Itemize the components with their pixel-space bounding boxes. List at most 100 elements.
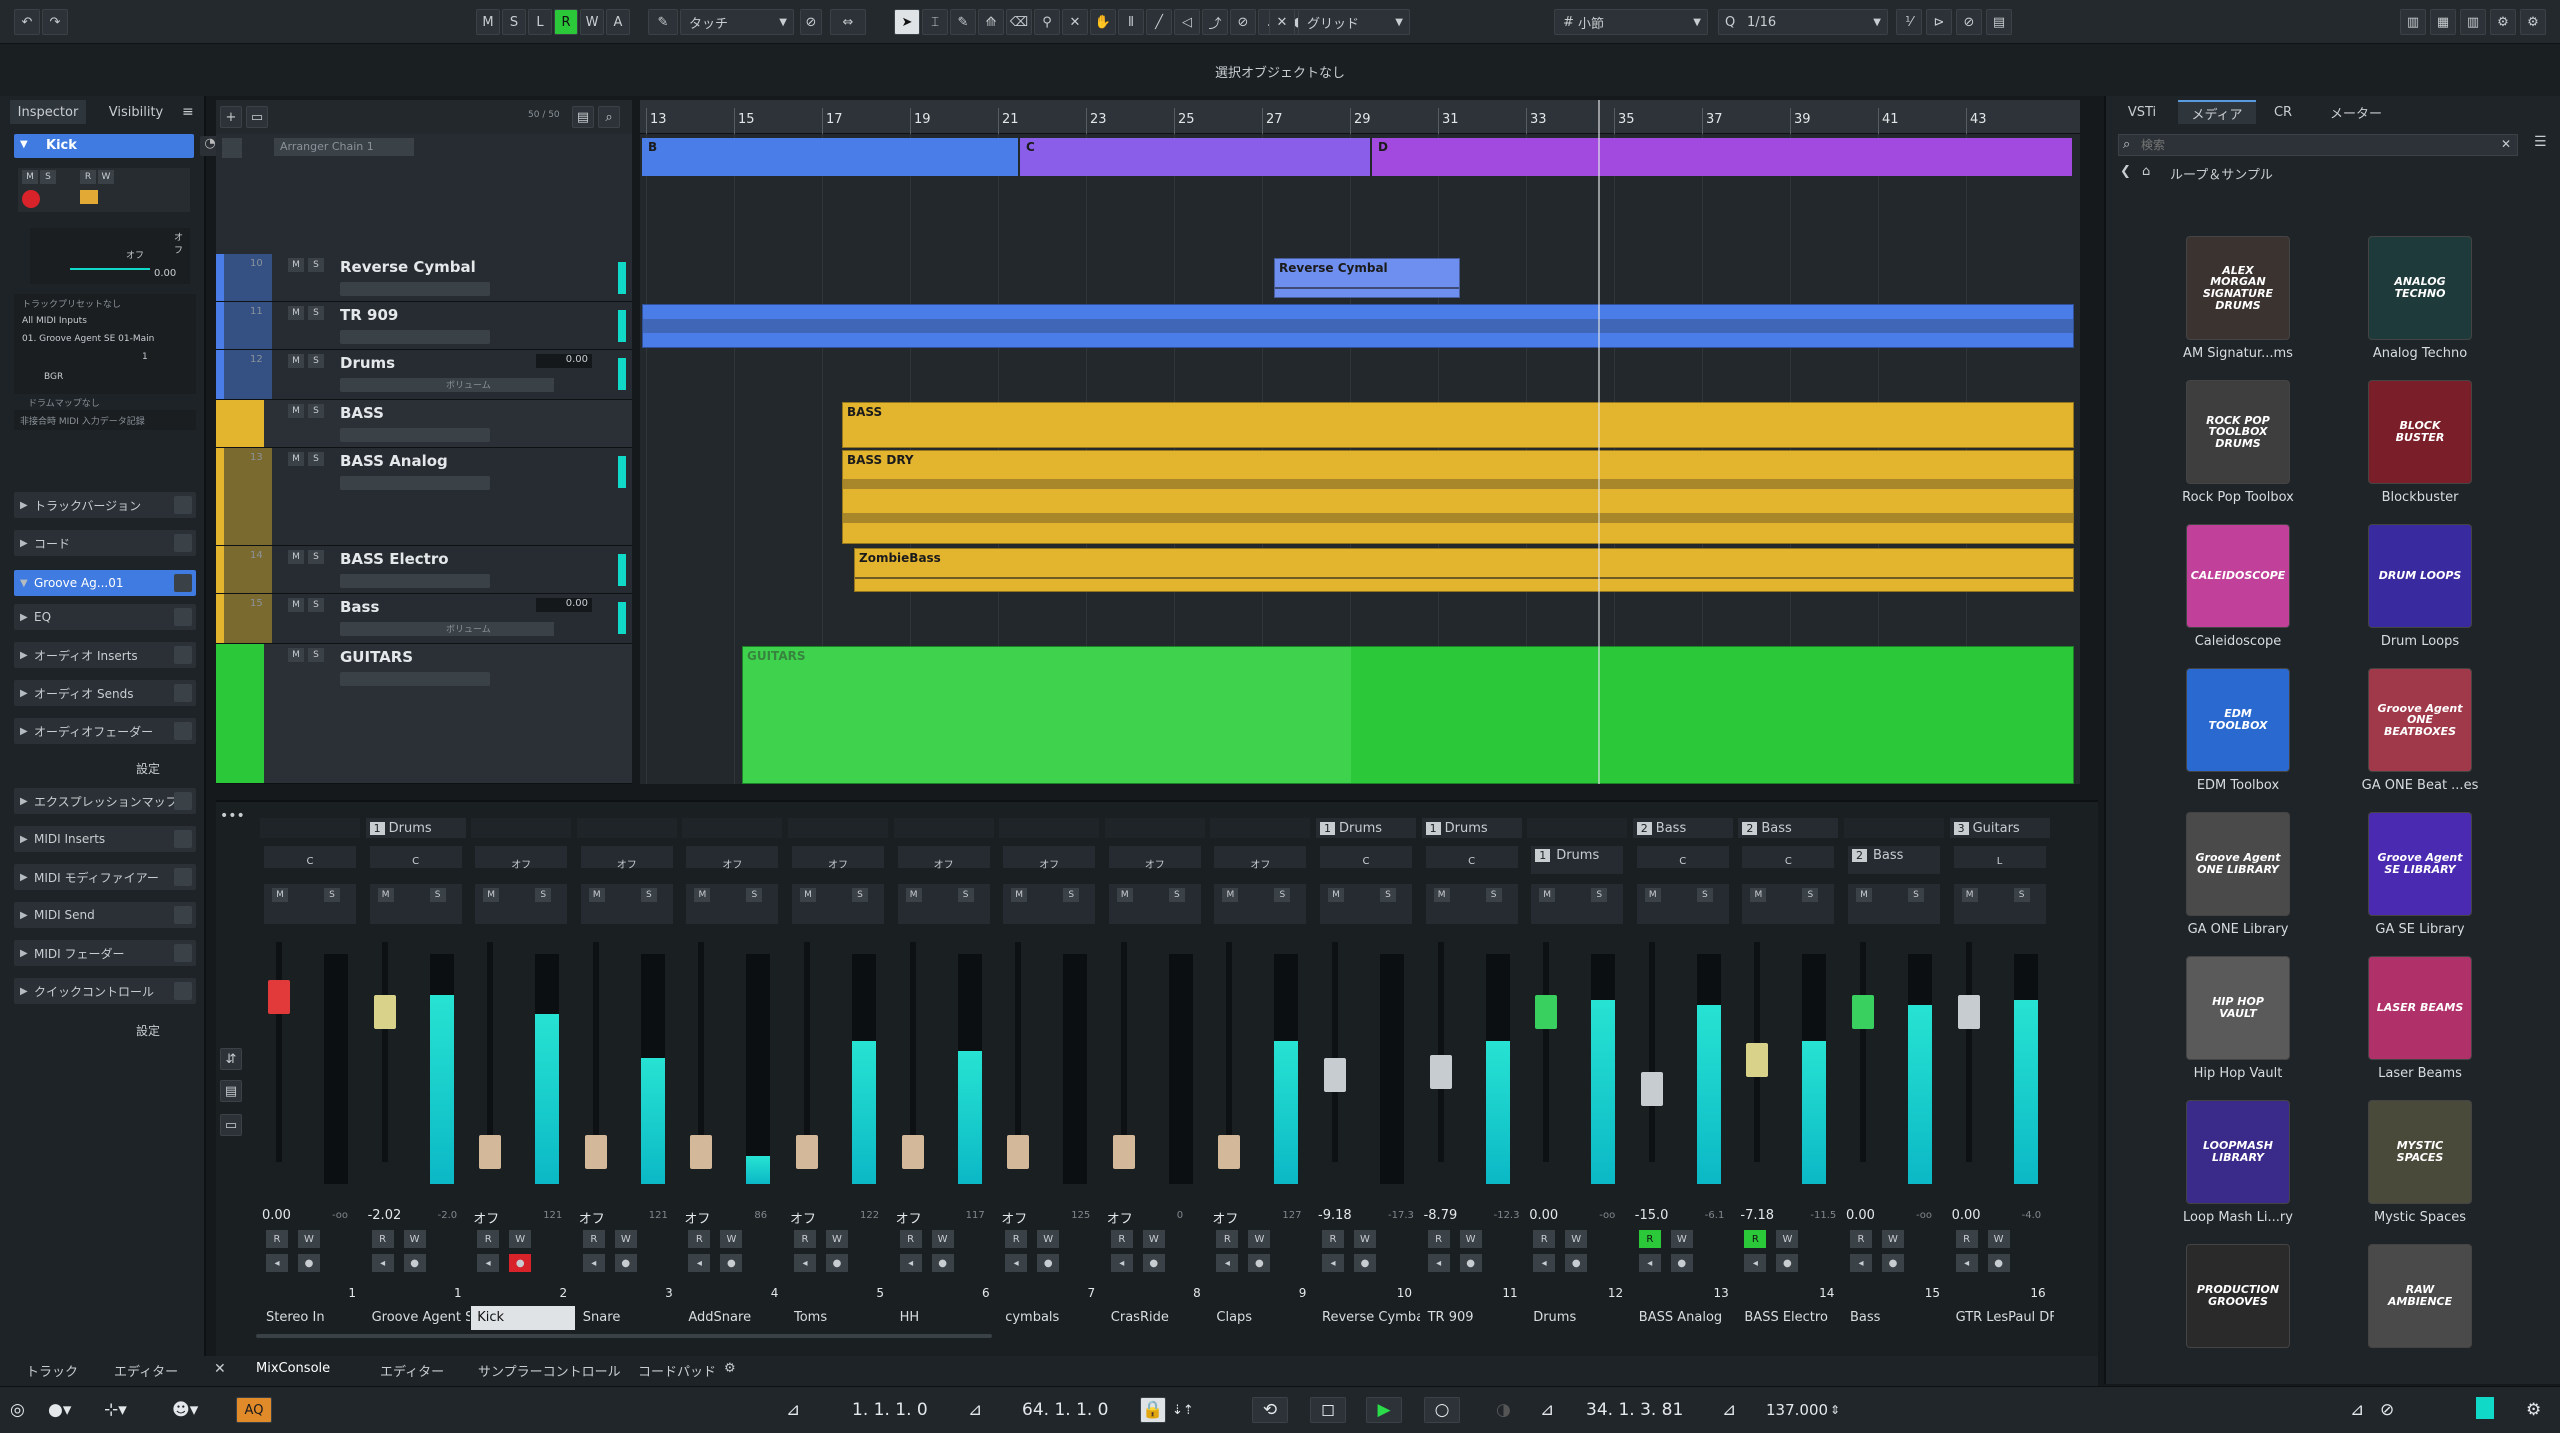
track-row[interactable]: 11 M S TR 909 bbox=[216, 302, 632, 350]
lock-icon[interactable]: 🔒 bbox=[1140, 1397, 1166, 1423]
loop-library-thumbnail[interactable]: PRODUCTION GROOVES bbox=[2186, 1244, 2290, 1348]
track-row[interactable]: 13 M S BASS Analog bbox=[216, 448, 632, 546]
channel-name[interactable]: Toms bbox=[788, 1306, 892, 1330]
monitor-button[interactable]: ◂ bbox=[1005, 1254, 1028, 1272]
erase-tool-icon[interactable]: ⌫ bbox=[1006, 9, 1032, 35]
peak-value[interactable]: 117 bbox=[966, 1210, 985, 1221]
monitor-button[interactable]: ◂ bbox=[1744, 1254, 1767, 1272]
tab-visibility[interactable]: Visibility bbox=[96, 100, 176, 124]
channel-name[interactable]: BASS Electro bbox=[1738, 1306, 1842, 1330]
record-enable-button[interactable]: ● bbox=[1670, 1254, 1693, 1272]
read-button[interactable]: R bbox=[688, 1230, 711, 1248]
arranger-track[interactable]: Arranger Chain 1 bbox=[216, 134, 632, 254]
record-enable-button[interactable]: ● bbox=[1882, 1254, 1904, 1272]
inspector-section[interactable]: ▶ MIDI モディファイアー bbox=[14, 864, 196, 890]
loop-library-thumbnail[interactable]: BLOCK BUSTER bbox=[2368, 380, 2472, 484]
track-controls[interactable] bbox=[340, 476, 490, 490]
audio-event[interactable]: Reverse Cymbal bbox=[1274, 258, 1460, 298]
track-color-strip[interactable] bbox=[216, 302, 224, 349]
range-tool-icon[interactable]: ⌶ bbox=[922, 9, 948, 35]
peak-value[interactable]: 86 bbox=[754, 1210, 767, 1221]
record-enable-button[interactable] bbox=[22, 190, 40, 208]
track-preset[interactable]: トラックプリセットなし bbox=[22, 297, 121, 310]
track-color-strip[interactable] bbox=[216, 448, 224, 545]
play-button[interactable]: ▶ bbox=[1366, 1397, 1402, 1423]
quantize-select[interactable]: Q 1/16 ▼ bbox=[1718, 9, 1888, 35]
media-search-input[interactable]: ⌕ ✕ bbox=[2118, 134, 2518, 156]
track-row[interactable]: 14 M S BASS Electro bbox=[216, 546, 632, 594]
snap-select[interactable]: ✕ グリッド ▼ bbox=[1269, 9, 1410, 35]
tab-chord-pads[interactable]: コードパッド bbox=[638, 1361, 716, 1380]
write-button[interactable]: W bbox=[1248, 1230, 1271, 1248]
library-label[interactable]: AM Signatur...ms bbox=[2158, 346, 2318, 361]
record-enable-button[interactable]: ● bbox=[1459, 1254, 1482, 1272]
write-button[interactable]: W bbox=[509, 1230, 532, 1248]
channel-group-header[interactable]: 1 Drums bbox=[365, 818, 466, 838]
peak-value[interactable]: -6.1 bbox=[1705, 1210, 1725, 1221]
peak-value[interactable]: 125 bbox=[1071, 1210, 1090, 1221]
midi-input[interactable]: All MIDI Inputs bbox=[22, 316, 87, 326]
section-icon[interactable] bbox=[174, 792, 192, 810]
draw-tool-icon[interactable]: ⦀ bbox=[1118, 9, 1144, 35]
write-button[interactable]: W bbox=[298, 1230, 320, 1248]
lower-zone-icon[interactable]: ▦ bbox=[2430, 9, 2456, 35]
mute-button[interactable]: M bbox=[377, 888, 394, 902]
solo-button[interactable]: S bbox=[308, 598, 324, 612]
inspector-section[interactable]: ▶ エクスプレッションマップ bbox=[14, 788, 196, 814]
mute-button[interactable]: M bbox=[694, 888, 711, 902]
mute-button[interactable]: M bbox=[272, 888, 288, 902]
close-icon[interactable]: ✕ bbox=[214, 1361, 226, 1377]
record-enable-button[interactable]: ● bbox=[403, 1254, 426, 1272]
mute-button[interactable]: M bbox=[288, 648, 304, 662]
volume-value[interactable]: 0.00 bbox=[262, 1208, 291, 1223]
solo-button[interactable]: S bbox=[1802, 888, 1819, 902]
monitor-button[interactable]: ◂ bbox=[1850, 1254, 1872, 1272]
solo-button[interactable]: S bbox=[1380, 888, 1396, 902]
pan-knob[interactable]: オフ bbox=[1214, 846, 1307, 871]
pan-knob[interactable]: オフ bbox=[475, 846, 568, 871]
track-color-strip[interactable] bbox=[216, 400, 264, 447]
line-tool-icon[interactable]: ╱ bbox=[1146, 9, 1172, 35]
write-button[interactable]: W bbox=[1882, 1230, 1904, 1248]
record-enable-button[interactable]: ● bbox=[509, 1254, 532, 1272]
pan-knob[interactable]: C bbox=[1320, 846, 1412, 868]
loop-library-thumbnail[interactable]: DRUM LOOPS bbox=[2368, 524, 2472, 628]
pan-knob[interactable]: C bbox=[1425, 846, 1518, 868]
channel-name[interactable]: TR 909 bbox=[1422, 1306, 1526, 1330]
read-button[interactable]: R bbox=[1005, 1230, 1028, 1248]
volume-value[interactable]: オフ bbox=[896, 1208, 922, 1227]
monitor-button[interactable]: ◂ bbox=[1955, 1254, 1978, 1272]
home-icon[interactable]: ⌂ bbox=[2142, 164, 2150, 179]
mute-button[interactable]: M bbox=[1539, 888, 1556, 902]
pan-knob[interactable]: オフ bbox=[1108, 846, 1201, 871]
track-row[interactable]: 15 M S Bass 0.00 ボリューム bbox=[216, 594, 632, 644]
section-icon[interactable] bbox=[174, 868, 192, 886]
channel-name[interactable]: Stereo In bbox=[260, 1306, 364, 1330]
media-search-field[interactable] bbox=[2141, 136, 2481, 154]
automation-mode-select[interactable]: タッチ ▼ bbox=[680, 9, 794, 35]
solo-button[interactable]: S bbox=[535, 888, 552, 902]
auto-quantize-button[interactable]: AQ bbox=[236, 1397, 272, 1423]
volume-value[interactable]: 0.00 bbox=[1952, 1208, 1981, 1223]
record-enable-button[interactable]: ● bbox=[1354, 1254, 1376, 1272]
settings-label[interactable]: 設定 bbox=[136, 760, 160, 777]
track-controls[interactable] bbox=[340, 428, 490, 442]
channel-name[interactable]: BASS Analog bbox=[1633, 1306, 1737, 1330]
midi-output[interactable]: 01. Groove Agent SE 01-Main bbox=[22, 334, 154, 344]
settings-gear-icon[interactable]: ⚙ bbox=[2526, 1397, 2541, 1423]
tab-editor[interactable]: エディター bbox=[380, 1361, 444, 1380]
mute-button[interactable]: M bbox=[288, 404, 304, 418]
volume-fader[interactable] bbox=[1007, 1135, 1030, 1170]
quantize-apply-icon[interactable]: ⅟ bbox=[1896, 9, 1922, 35]
track-controls[interactable] bbox=[340, 282, 490, 296]
state-m-button[interactable]: M bbox=[476, 9, 500, 35]
channel-name[interactable]: Groove Agent S bbox=[366, 1306, 470, 1330]
tab-sampler-control[interactable]: サンプラーコントロール bbox=[478, 1361, 621, 1380]
pan-knob[interactable]: オフ bbox=[1003, 846, 1096, 871]
inspector-section[interactable]: ▶ コード bbox=[14, 530, 196, 556]
volume-value[interactable]: オフ bbox=[1001, 1208, 1027, 1227]
track-row[interactable]: M S GUITARS bbox=[216, 644, 632, 784]
back-icon[interactable]: ❮ bbox=[2120, 164, 2131, 179]
channel-name[interactable]: cymbals bbox=[999, 1306, 1103, 1330]
write-button[interactable]: W bbox=[1037, 1230, 1060, 1248]
